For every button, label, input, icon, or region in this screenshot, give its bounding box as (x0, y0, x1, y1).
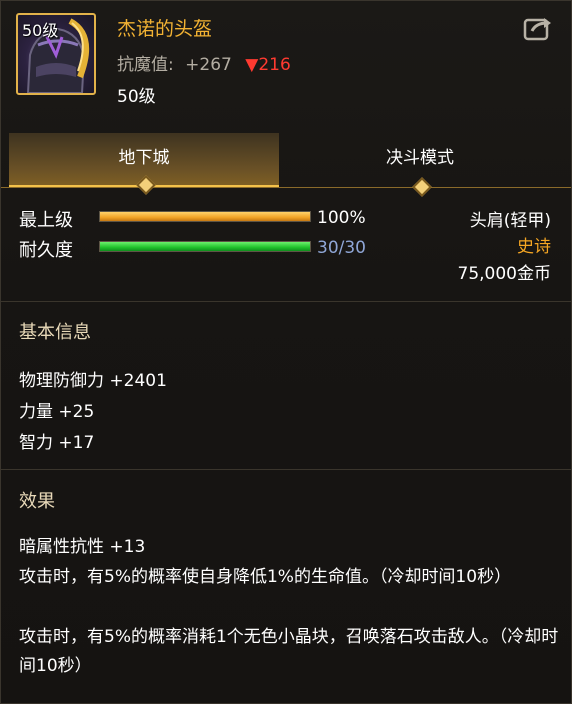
divider (1, 469, 571, 470)
upgrade-label: 最上级 (19, 210, 73, 231)
upgrade-bar (99, 211, 311, 222)
basic-info-title: 基本信息 (19, 322, 91, 343)
effect-line: 攻击时，有5%的概率使自身降低1%的生命值。（冷却时间10秒） (19, 567, 512, 587)
basic-info-line: 智力 +17 (19, 433, 95, 453)
tab-dungeon-label: 地下城 (118, 148, 170, 168)
tab-indicator-diamond (412, 177, 432, 197)
effect-line: 攻击时，有5%的概率消耗1个无色小晶块，召唤落石攻击敌人。（冷却时间10秒） (19, 627, 559, 676)
tab-indicator-diamond (136, 175, 156, 195)
upgrade-value: 100% (317, 208, 366, 228)
icon-level-badge: 50级 (22, 21, 59, 40)
basic-info-line: 力量 +25 (19, 402, 95, 422)
share-icon[interactable] (523, 15, 553, 41)
item-header: 50级 杰诺的头盔 抗魔值: +267 ▼216 50级 (1, 1, 571, 119)
tab-pvp-label: 决斗模式 (386, 148, 454, 168)
slot-type: 头肩(轻甲) (469, 211, 551, 231)
rarity-label: 史诗 (517, 237, 551, 257)
durability-bar (99, 241, 311, 252)
anti-magic-value: +267 (185, 55, 232, 75)
effects-title: 效果 (19, 491, 55, 512)
tab-dungeon[interactable]: 地下城 (9, 133, 279, 195)
sell-price: 75,000金币 (457, 264, 551, 284)
item-tooltip-panel: 50级 杰诺的头盔 抗魔值: +267 ▼216 50级 地下城 决斗模式 最上… (0, 0, 572, 704)
durability-value: 30/30 (317, 238, 366, 258)
effect-line: 暗属性抗性 +13 (19, 537, 146, 557)
mode-tabs: 地下城 决斗模式 (1, 133, 571, 197)
tab-pvp[interactable]: 决斗模式 (285, 133, 555, 197)
anti-magic-label: 抗魔值: (117, 55, 174, 75)
item-level: 50级 (117, 87, 156, 107)
durability-label: 耐久度 (19, 240, 73, 261)
upgrade-bar-fill (100, 212, 310, 221)
basic-info-line: 物理防御力 +2401 (19, 371, 167, 391)
anti-magic-row: 抗魔值: +267 ▼216 (117, 50, 291, 75)
item-name: 杰诺的头盔 (117, 18, 213, 40)
helmet-icon[interactable]: 50级 (16, 13, 96, 95)
durability-bar-fill (100, 242, 310, 251)
divider (1, 301, 571, 302)
anti-magic-diff: ▼216 (245, 55, 291, 75)
